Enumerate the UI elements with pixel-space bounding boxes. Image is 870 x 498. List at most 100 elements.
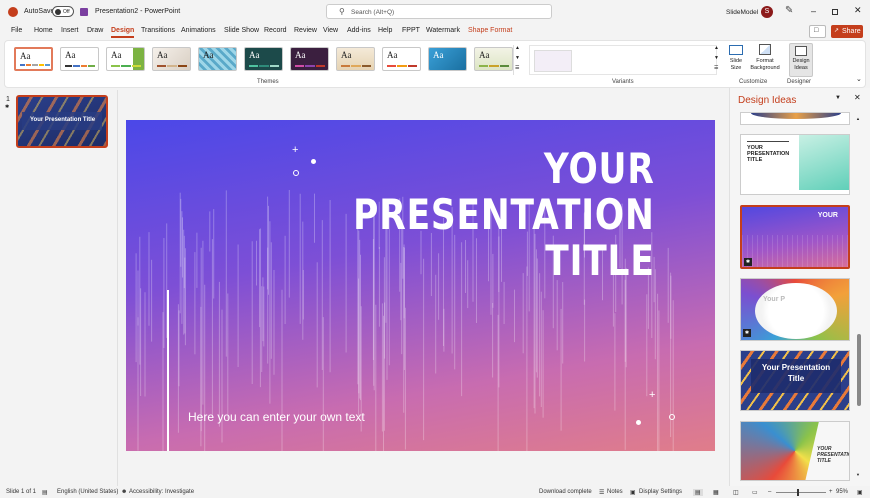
search-box[interactable]: ⚲ Search (Alt+Q) <box>326 4 552 19</box>
scrollbar-thumb[interactable] <box>857 334 861 406</box>
design-idea-5[interactable]: Your Presentation Title <box>740 350 850 411</box>
slide-thumbnail[interactable]: Your Presentation Title <box>16 95 108 148</box>
variant-thumbnail[interactable] <box>534 50 572 72</box>
zoom-slider[interactable] <box>776 489 826 496</box>
tab-insert[interactable]: Insert <box>61 27 79 34</box>
designer-badge-icon: ✱ <box>743 329 751 337</box>
tab-animations[interactable]: Animations <box>181 27 216 34</box>
language[interactable]: English (United States) <box>57 489 118 495</box>
designer-group-label: Designer <box>787 79 812 85</box>
variants-gallery[interactable] <box>529 45 717 75</box>
zoom-level[interactable]: 95% <box>836 489 848 495</box>
save-icon[interactable] <box>80 8 88 16</box>
design-ideas-ribbon-button[interactable]: Design Ideas <box>789 43 813 77</box>
design-ideas-icon <box>795 46 807 56</box>
share-icon: ↗ <box>834 28 840 34</box>
tab-watermark[interactable]: Watermark <box>426 27 460 34</box>
notes-button[interactable]: Notes <box>607 489 623 495</box>
slideshow-view-icon[interactable]: ▭ <box>752 489 758 496</box>
slide-sorter-icon[interactable]: ▦ <box>713 489 719 496</box>
design-idea-6[interactable]: YOUR PRESENTATION TITLE <box>740 421 850 481</box>
theme-office[interactable]: Aa <box>14 47 53 71</box>
title-line-2: PRESENTATION <box>353 190 655 239</box>
tab-design[interactable]: Design <box>111 27 135 38</box>
autosave-label: AutoSave <box>24 8 55 15</box>
close-icon[interactable]: ✕ <box>854 5 862 16</box>
theme-9[interactable]: Aa <box>382 47 421 71</box>
format-background-button[interactable]: Format Background <box>748 43 782 77</box>
slide-title[interactable]: YOUR PRESENTATION TITLE <box>354 146 655 284</box>
pen-icon[interactable]: ✎ <box>785 5 793 16</box>
theme-colors <box>20 64 51 66</box>
design-idea-1[interactable] <box>740 112 850 125</box>
zoom-slider-thumb[interactable] <box>797 489 799 496</box>
scrollbar[interactable]: ▲ ▼ <box>856 116 861 481</box>
autosave-toggle[interactable]: Off <box>52 6 74 17</box>
theme-11[interactable]: Aa <box>474 47 513 71</box>
normal-view-icon[interactable]: ▤ <box>693 489 703 496</box>
customize-group-label: Customize <box>739 79 768 85</box>
theme-label: Aa <box>111 50 122 60</box>
slide-thumbnail-panel: 1 ✱ Your Presentation Title <box>0 90 118 486</box>
zoom-in-icon[interactable]: + <box>829 489 833 495</box>
star-icon: ✱ <box>5 104 10 110</box>
minimize-icon[interactable]: – <box>811 6 816 16</box>
tab-review[interactable]: Review <box>294 27 317 34</box>
theme-2[interactable]: Aa <box>60 47 99 71</box>
more-icon: ☰ <box>515 65 520 71</box>
variants-scroll[interactable]: ▲ ▼ ☰ <box>713 45 721 75</box>
tab-home[interactable]: Home <box>34 27 53 34</box>
download-status: Download complete <box>539 489 592 495</box>
spelling-icon[interactable]: ▤ <box>42 489 48 496</box>
ring-decoration-icon <box>669 414 675 420</box>
comment-icon: □ <box>814 27 819 34</box>
accessibility-icon: ☻ <box>121 489 128 495</box>
theme-4[interactable]: Aa <box>152 47 191 71</box>
chevron-up-icon: ▲ <box>515 45 520 51</box>
tab-help[interactable]: Help <box>378 27 392 34</box>
accessibility-status[interactable]: Accessibility: Investigate <box>129 489 194 495</box>
theme-colors <box>249 65 279 67</box>
share-button[interactable]: ↗ Share <box>831 25 863 38</box>
tab-transitions[interactable]: Transitions <box>141 27 175 34</box>
themes-scroll[interactable]: ▲ ▼ ☰ <box>513 45 521 75</box>
design-ideas-label: Design Ideas <box>792 58 810 71</box>
tab-record[interactable]: Record <box>264 27 287 34</box>
plus-decoration-icon: + <box>292 144 299 156</box>
slide[interactable]: YOUR PRESENTATION TITLE Here you can ent… <box>126 120 715 451</box>
design-idea-2[interactable]: YOUR PRESENTATION TITLE <box>740 134 850 195</box>
slide-count: Slide 1 of 1 <box>6 489 37 495</box>
theme-10[interactable]: Aa <box>428 47 467 71</box>
tab-shape-format[interactable]: Shape Format <box>468 27 512 34</box>
theme-8[interactable]: Aa <box>336 47 375 71</box>
slide-subtitle[interactable]: Here you can enter your own text <box>188 410 365 424</box>
zoom-out-icon[interactable]: – <box>768 489 771 495</box>
chevron-up-icon: ▲ <box>856 116 860 121</box>
comments-button[interactable]: □ <box>809 25 826 38</box>
display-settings-button[interactable]: Display Settings <box>639 489 682 495</box>
collapse-ribbon-icon[interactable]: ⌄ <box>856 75 862 83</box>
fit-slide-icon[interactable]: ▣ <box>857 489 863 496</box>
tab-slide-show[interactable]: Slide Show <box>224 27 259 34</box>
theme-5[interactable]: Aa <box>198 47 237 71</box>
tab-view[interactable]: View <box>323 27 338 34</box>
maximize-icon[interactable] <box>832 9 838 15</box>
theme-7[interactable]: Aa <box>290 47 329 71</box>
reading-view-icon[interactable]: ◫ <box>733 489 739 496</box>
tab-draw[interactable]: Draw <box>87 27 103 34</box>
design-idea-3[interactable]: YOUR ✱ <box>740 205 850 269</box>
design-idea-4[interactable]: Your P ✱ <box>740 278 850 341</box>
themes-group-label: Themes <box>257 79 279 85</box>
theme-6[interactable]: Aa <box>244 47 283 71</box>
theme-colors <box>157 65 187 67</box>
close-icon[interactable]: ✕ <box>854 93 861 102</box>
slide-size-button[interactable]: Slide Size <box>725 43 747 77</box>
theme-3[interactable]: Aa <box>106 47 145 71</box>
chevron-up-icon: ▲ <box>714 45 719 51</box>
idea-graphic <box>755 283 837 339</box>
chevron-down-icon[interactable]: ▼ <box>835 95 841 101</box>
tab-add-ins[interactable]: Add-ins <box>347 27 371 34</box>
tab-file[interactable]: File <box>11 27 22 34</box>
tab-fppt[interactable]: FPPT <box>402 27 420 34</box>
avatar[interactable]: S <box>761 6 773 18</box>
